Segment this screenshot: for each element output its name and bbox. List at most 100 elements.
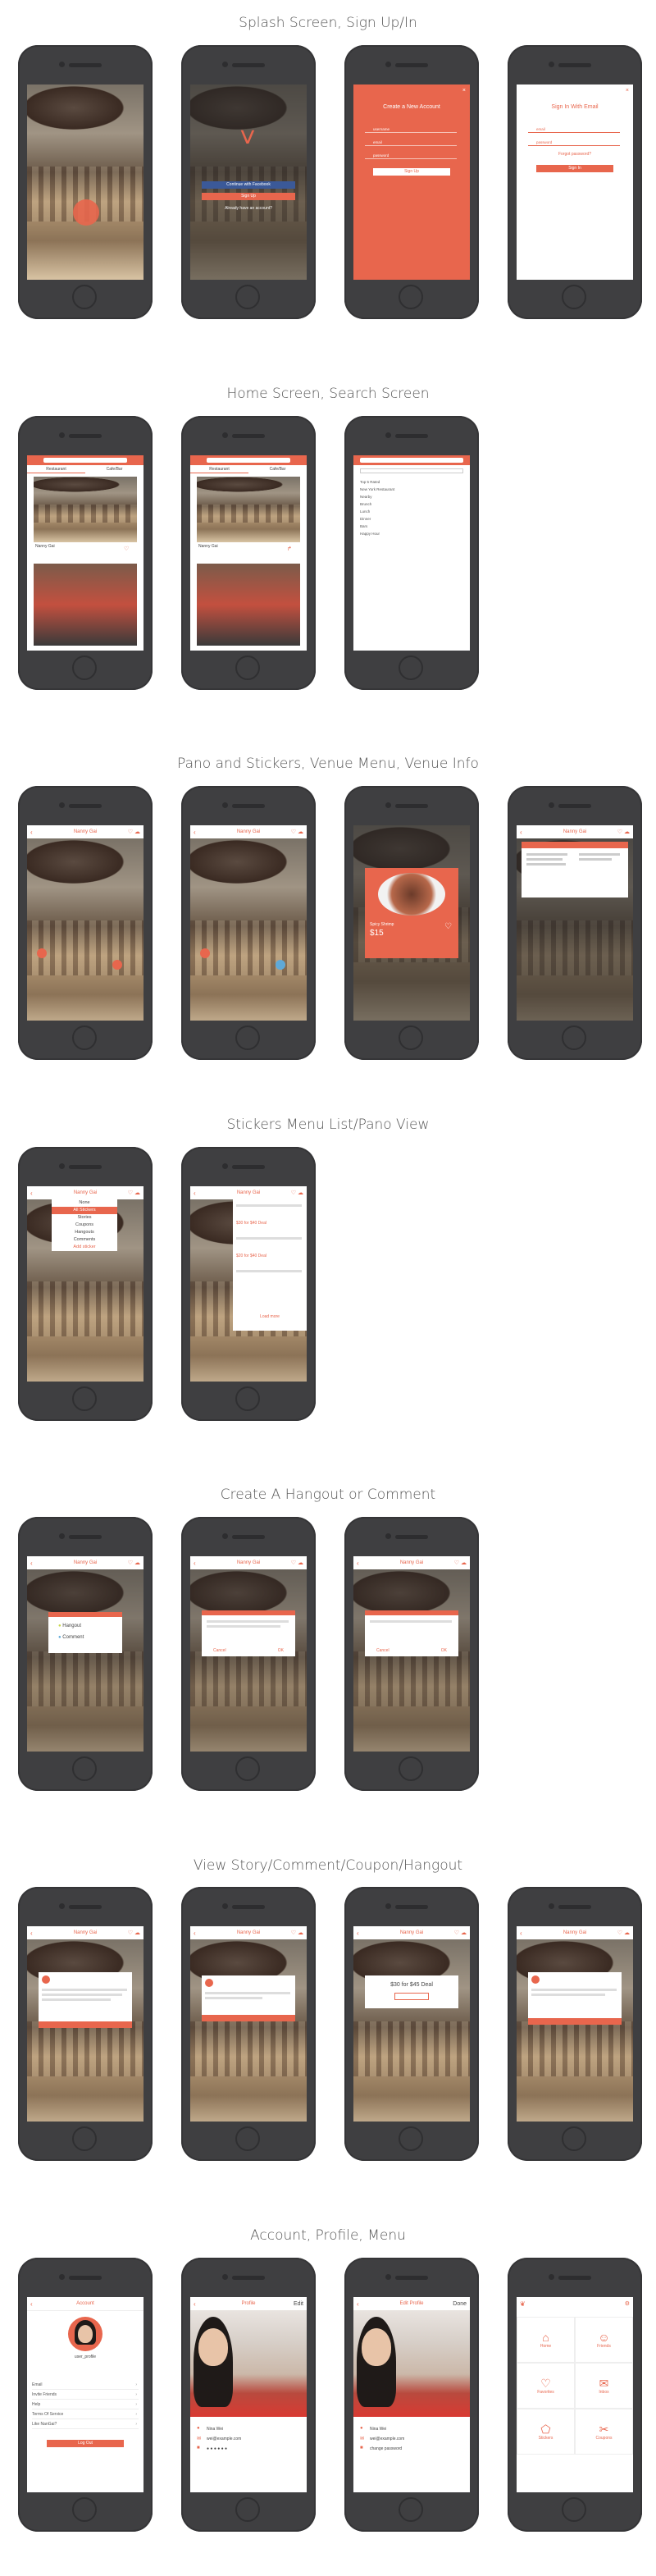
menu-item-all-stickers[interactable]: All Stickers: [52, 1207, 117, 1214]
info-icon[interactable]: ♡ ☁: [128, 829, 140, 835]
home-button[interactable]: [235, 655, 260, 680]
venue-card-image-2[interactable]: [34, 564, 137, 646]
change-password-link[interactable]: change password: [370, 2446, 402, 2452]
sticker-pin[interactable]: [200, 948, 210, 958]
info-icon[interactable]: ♡ ☁: [291, 1560, 303, 1566]
account-row-email[interactable]: Email ›: [32, 2381, 139, 2390]
menu-item-comments[interactable]: Comments: [52, 1236, 117, 1244]
tab-restaurant[interactable]: Restaurant: [27, 465, 85, 473]
home-button[interactable]: [235, 285, 260, 309]
load-more-button[interactable]: Load more: [233, 1314, 307, 1319]
search-item[interactable]: Brunch: [360, 500, 394, 508]
home-button[interactable]: [562, 2126, 586, 2151]
menu-tile-favorites[interactable]: ♡ Favorites: [517, 2363, 575, 2409]
sticker-list-item[interactable]: $30 for $40 Deal: [236, 1221, 266, 1226]
info-icon[interactable]: ♡ ☁: [291, 1930, 303, 1936]
home-button[interactable]: [399, 2497, 423, 2522]
ok-button[interactable]: OK: [278, 1648, 284, 1653]
tab-cafe-bar[interactable]: Cafe/Bar: [248, 465, 307, 473]
forgot-password-link[interactable]: Forgot password?: [517, 152, 633, 158]
home-button[interactable]: [72, 1025, 97, 1050]
create-hangout-option[interactable]: ● Hangout: [58, 1624, 81, 1628]
create-comment-option[interactable]: ● Comment: [58, 1635, 84, 1640]
create-account-submit[interactable]: Sign Up: [373, 168, 450, 176]
back-icon[interactable]: ‹: [357, 1560, 359, 1567]
venue-card-image[interactable]: [197, 477, 300, 542]
dish-card[interactable]: Spicy Shrimp $15 ♡: [365, 868, 458, 958]
venue-card-image[interactable]: [34, 477, 137, 542]
back-icon[interactable]: ‹: [30, 1930, 33, 1937]
home-button[interactable]: [562, 1025, 586, 1050]
sticker-pin[interactable]: [276, 960, 285, 970]
info-icon[interactable]: ♡ ☁: [454, 1560, 467, 1566]
filter-input[interactable]: [360, 468, 463, 473]
back-icon[interactable]: ‹: [194, 2300, 196, 2308]
account-row-invite[interactable]: Invite Friends ›: [32, 2391, 139, 2400]
home-button[interactable]: [562, 285, 586, 309]
home-button[interactable]: [235, 1025, 260, 1050]
story-card[interactable]: [39, 1972, 132, 2028]
back-icon[interactable]: ‹: [520, 1930, 522, 1937]
ok-button[interactable]: OK: [441, 1648, 447, 1653]
search-input[interactable]: [207, 458, 290, 463]
facebook-button[interactable]: Continue with Facebook: [202, 181, 295, 189]
info-icon[interactable]: ♡ ☁: [291, 1190, 303, 1196]
home-button[interactable]: [399, 1025, 423, 1050]
home-button[interactable]: [72, 2497, 97, 2522]
add-sticker-button[interactable]: Add sticker: [52, 1244, 117, 1251]
menu-tile-home[interactable]: ⌂ Home: [517, 2317, 575, 2363]
email-field[interactable]: email: [365, 139, 457, 146]
cancel-button[interactable]: Cancel: [213, 1648, 226, 1653]
info-icon[interactable]: ♡ ☁: [617, 829, 630, 835]
sticker-list-item[interactable]: $20 for $40 Deal: [236, 1254, 266, 1258]
settings-icon[interactable]: ⚙: [625, 2300, 630, 2307]
info-icon[interactable]: ♡ ☁: [291, 829, 303, 835]
home-button[interactable]: [235, 2126, 260, 2151]
heart-icon[interactable]: ♡: [124, 546, 129, 552]
coupon-card[interactable]: $30 for $45 Deal: [365, 1975, 458, 2008]
signin-email-field[interactable]: email: [528, 126, 620, 133]
home-button[interactable]: [562, 2497, 586, 2522]
password-field[interactable]: password: [365, 152, 457, 159]
share-icon[interactable]: ↱: [287, 546, 292, 552]
back-icon[interactable]: ‹: [30, 829, 33, 836]
search-item[interactable]: Lunch: [360, 508, 394, 515]
menu-tile-inbox[interactable]: ✉ Inbox: [575, 2363, 633, 2409]
already-account-link[interactable]: Already have an account?: [190, 206, 307, 212]
home-button[interactable]: [235, 1756, 260, 1781]
menu-item-coupons[interactable]: Coupons: [52, 1222, 117, 1229]
search-input[interactable]: [360, 458, 463, 463]
search-item[interactable]: Nearby: [360, 493, 394, 500]
edit-email-field[interactable]: wei@example.com: [370, 2437, 404, 2442]
tab-cafe-bar[interactable]: Cafe/Bar: [85, 465, 144, 473]
back-icon[interactable]: ‹: [357, 2300, 359, 2308]
account-row-help[interactable]: Help ›: [32, 2400, 139, 2409]
home-button[interactable]: [399, 285, 423, 309]
home-button[interactable]: [72, 655, 97, 680]
signin-password-field[interactable]: password: [528, 139, 620, 146]
info-icon[interactable]: ♡ ☁: [454, 1930, 467, 1936]
search-item[interactable]: Bars: [360, 523, 394, 530]
back-icon[interactable]: ‹: [520, 829, 522, 836]
home-button[interactable]: [235, 1386, 260, 1411]
menu-tile-friends[interactable]: ☺ Friends: [575, 2317, 633, 2363]
back-icon[interactable]: ‹: [357, 1930, 359, 1937]
back-icon[interactable]: ‹: [194, 1930, 196, 1937]
sticker-pin[interactable]: [37, 948, 47, 958]
search-item[interactable]: Dinner: [360, 515, 394, 523]
done-button[interactable]: Done: [453, 2301, 467, 2307]
info-icon[interactable]: ♡ ☁: [128, 1190, 140, 1196]
info-icon[interactable]: ♡ ☁: [128, 1930, 140, 1936]
account-row-like[interactable]: Like NanGai? ›: [32, 2420, 139, 2429]
home-button[interactable]: [235, 2497, 260, 2522]
menu-tile-coupons[interactable]: ✂ Coupons: [575, 2409, 633, 2455]
sign-in-submit[interactable]: Sign In: [536, 165, 613, 172]
signup-button[interactable]: Sign Up: [202, 193, 295, 200]
close-icon[interactable]: ×: [626, 88, 629, 94]
home-button[interactable]: [72, 2126, 97, 2151]
avatar[interactable]: [68, 2317, 102, 2351]
back-icon[interactable]: ‹: [194, 1190, 196, 1197]
menu-item-hangouts[interactable]: Hangouts: [52, 1229, 117, 1236]
venue-card-image-2[interactable]: [197, 564, 300, 646]
search-input[interactable]: [43, 458, 127, 463]
